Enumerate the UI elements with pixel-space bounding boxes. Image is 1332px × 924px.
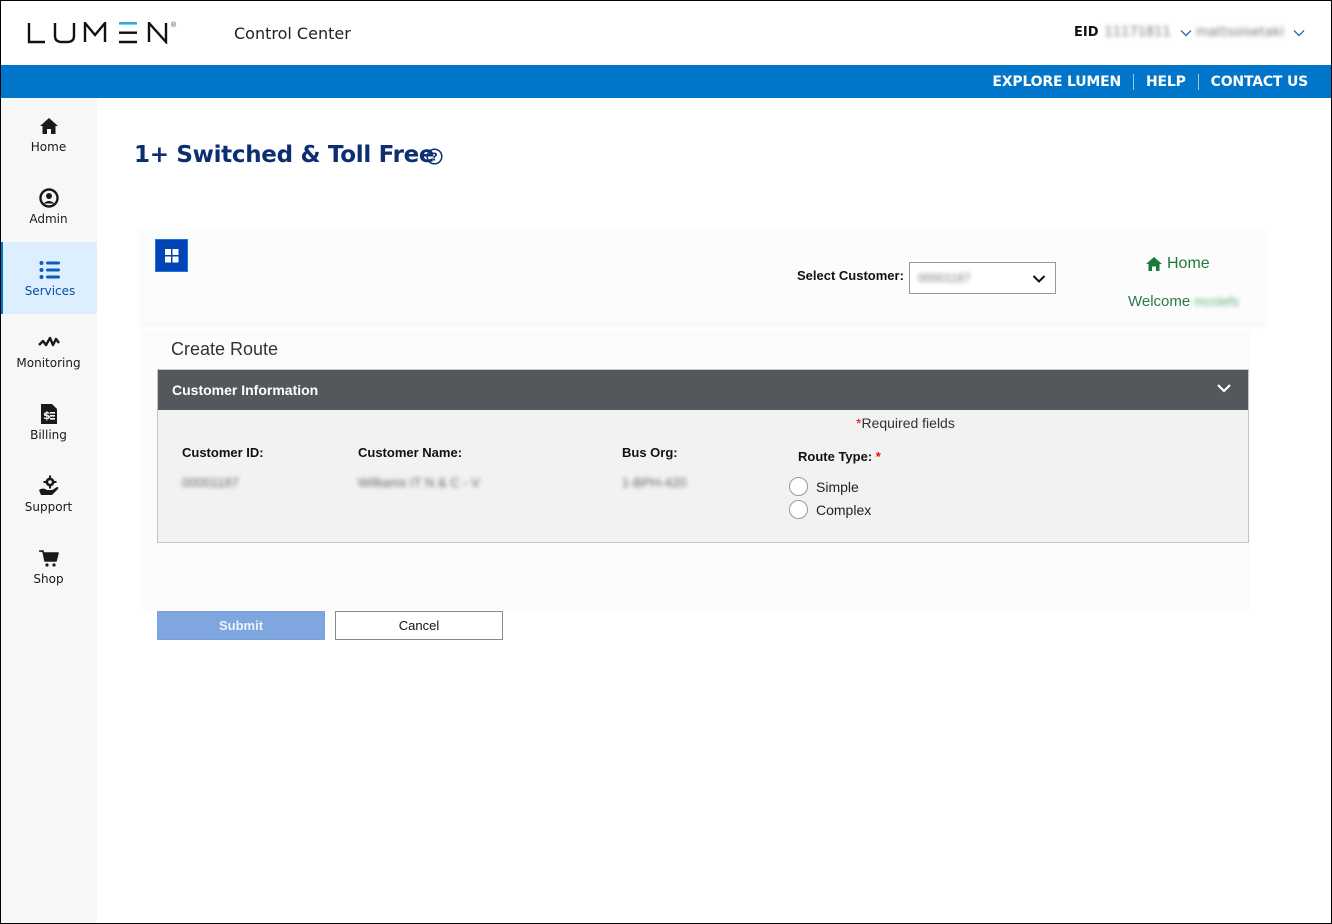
- home-icon: [1146, 257, 1162, 271]
- help-link[interactable]: HELP: [1134, 74, 1198, 90]
- select-customer-value: 00001187: [918, 271, 971, 285]
- home-link[interactable]: Home: [1145, 255, 1210, 273]
- list-icon: [39, 259, 61, 281]
- bus-org-label: Bus Org:: [622, 445, 678, 460]
- sidebar-item-label: Billing: [30, 427, 67, 442]
- chevron-down-icon: [1217, 384, 1231, 393]
- home-icon: [39, 115, 59, 137]
- sidebar-item-shop[interactable]: Shop: [0, 530, 97, 602]
- user-circle-icon: [38, 187, 59, 209]
- route-type-complex[interactable]: Complex: [789, 500, 871, 519]
- customer-name-label: Customer Name:: [358, 445, 463, 460]
- sidebar-item-label: Admin: [29, 211, 68, 226]
- page-title: 1+ Switched & Toll Free: [134, 142, 435, 168]
- route-type-label: Route Type: *: [798, 449, 881, 464]
- bus-org-value: 1-BPH-420: [622, 475, 687, 490]
- grid-icon: [164, 248, 178, 262]
- sidebar-item-admin[interactable]: Admin: [0, 170, 97, 242]
- eid-selector[interactable]: EID 11171811: [1074, 25, 1193, 40]
- svg-text:?: ?: [431, 151, 437, 164]
- help-circle-icon[interactable]: ?: [426, 148, 443, 165]
- top-header: ® Control Center EID 11171811 mattsoiset…: [0, 0, 1332, 65]
- cart-icon: [38, 547, 60, 569]
- sidebar: Home Admin Services Monitoring $ Billing…: [0, 98, 97, 924]
- customer-name-value: Williams IT N & C - V: [358, 475, 480, 490]
- radio-label: Complex: [816, 501, 872, 518]
- toolbar-panel: [140, 228, 1265, 323]
- sidebar-item-label: Services: [24, 283, 76, 298]
- customer-information-accordion: Customer Information *Required fields Cu…: [157, 369, 1249, 543]
- contact-us-link[interactable]: CONTACT US: [1199, 74, 1309, 90]
- radio-complex[interactable]: [789, 500, 808, 519]
- user-menu[interactable]: mattsoisetaki: [1196, 25, 1306, 40]
- lumen-logo[interactable]: ®: [27, 22, 176, 44]
- utility-bar: EXPLORE LUMEN HELP CONTACT US: [0, 65, 1332, 98]
- accordion-header[interactable]: Customer Information: [158, 370, 1248, 410]
- chevron-down-icon: [1032, 275, 1046, 283]
- home-link-label: Home: [1167, 255, 1210, 272]
- sidebar-item-support[interactable]: Support: [0, 458, 97, 530]
- sidebar-item-monitoring[interactable]: Monitoring: [0, 314, 97, 386]
- eid-label: EID: [1074, 25, 1099, 40]
- sidebar-item-label: Home: [30, 139, 67, 154]
- sidebar-item-home[interactable]: Home: [0, 98, 97, 170]
- invoice-icon: $: [40, 403, 58, 425]
- radio-label: Simple: [816, 478, 859, 495]
- select-customer-dropdown[interactable]: 00001187: [909, 262, 1056, 294]
- pulse-icon: [37, 331, 60, 353]
- customer-id-label: Customer ID:: [182, 445, 264, 460]
- welcome-message: Welcome mcolefs: [1128, 293, 1239, 310]
- sidebar-item-label: Shop: [33, 571, 64, 586]
- app-title: Control Center: [234, 24, 351, 43]
- username: mattsoisetaki: [1196, 25, 1285, 40]
- support-gear-hand-icon: [38, 475, 60, 497]
- chevron-down-icon: [1180, 29, 1192, 36]
- app-grid-button[interactable]: [155, 239, 188, 272]
- explore-lumen-link[interactable]: EXPLORE LUMEN: [980, 74, 1133, 90]
- eid-value: 11171811: [1104, 25, 1171, 40]
- select-customer-label: Select Customer:: [797, 268, 904, 283]
- utility-nav: EXPLORE LUMEN HELP CONTACT US: [980, 65, 1308, 98]
- svg-text:$: $: [43, 409, 51, 422]
- cancel-button[interactable]: Cancel: [335, 611, 503, 640]
- sidebar-item-label: Monitoring: [16, 355, 81, 370]
- welcome-label: Welcome: [1128, 293, 1191, 310]
- section-title: Create Route: [171, 339, 279, 359]
- submit-button[interactable]: Submit: [157, 611, 325, 640]
- required-fields-note: *Required fields: [856, 415, 955, 431]
- radio-simple[interactable]: [789, 477, 808, 496]
- sidebar-item-label: Support: [24, 499, 73, 514]
- accordion-title: Customer Information: [172, 382, 319, 398]
- sidebar-item-services[interactable]: Services: [0, 242, 97, 314]
- sidebar-item-billing[interactable]: $ Billing: [0, 386, 97, 458]
- route-type-simple[interactable]: Simple: [789, 477, 859, 496]
- welcome-user: mcolefs: [1194, 294, 1240, 309]
- customer-id-value: 00001187: [182, 475, 239, 490]
- chevron-down-icon: [1293, 29, 1305, 36]
